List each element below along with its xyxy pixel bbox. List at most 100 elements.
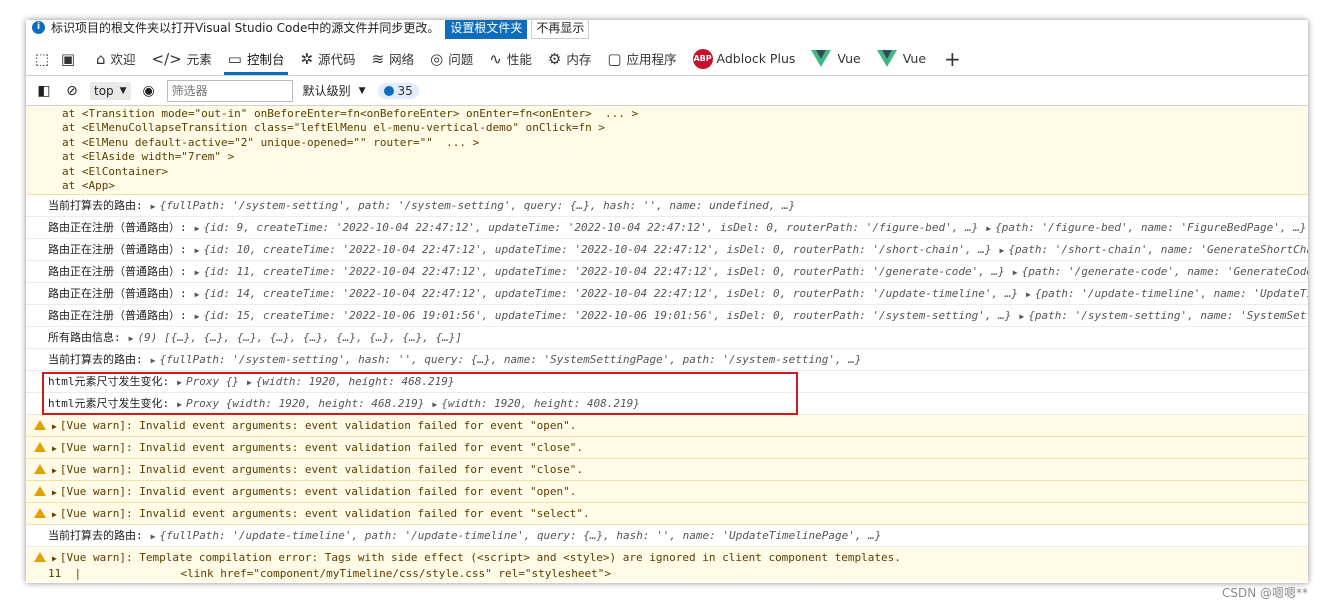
log-level-dropdown[interactable]: 默认级别 ▼	[303, 82, 366, 99]
expand-triangle-icon[interactable]: ▶	[129, 334, 134, 343]
log-object[interactable]: (9) [{…}, {…}, {…}, {…}, {…}, {…}, {…}, …	[137, 331, 462, 344]
expand-triangle-icon[interactable]: ▶	[52, 466, 57, 475]
warning-row: ▶ [Vue warn]: Invalid event arguments: ev…	[26, 503, 1308, 526]
expand-triangle-icon[interactable]: ▶	[195, 224, 200, 233]
log-level-value: 默认级别	[302, 84, 351, 98]
tab-vue-1[interactable]: Vue	[803, 42, 868, 75]
stack-line: at <App>	[62, 178, 115, 192]
log-object[interactable]: {fullPath: '/update-timeline', path: '/u…	[159, 529, 881, 542]
tab-sources[interactable]: ✲ 源代码	[292, 42, 363, 75]
tab-elements[interactable]: </> 元素	[144, 42, 220, 75]
warning-text: [Vue warn]: Invalid event arguments: eve…	[59, 485, 577, 499]
log-label: 路由正在注册（普通路由）:	[48, 287, 187, 301]
warning-icon	[34, 486, 46, 497]
expand-triangle-icon[interactable]: ▶	[177, 378, 182, 387]
device-toggle-icon[interactable]: ▣	[58, 49, 78, 69]
expand-triangle-icon[interactable]: ▶	[247, 378, 252, 387]
expand-triangle-icon[interactable]: ▶	[1026, 290, 1031, 299]
expand-triangle-icon[interactable]: ▶	[177, 400, 182, 409]
sidebar-toggle-icon[interactable]: ◧	[34, 83, 54, 99]
log-object[interactable]: {width: 1920, height: 408.219}	[441, 397, 640, 410]
expand-triangle-icon[interactable]: ▶	[52, 422, 57, 431]
log-label: 路由正在注册（普通路由）:	[48, 309, 187, 323]
filter-input[interactable]	[166, 79, 293, 102]
tab-console[interactable]: ▭ 控制台	[220, 42, 293, 75]
tab-welcome[interactable]: ⌂ 欢迎	[88, 42, 144, 75]
log-object[interactable]: {id: 10, createTime: '2022-10-04 22:47:1…	[203, 243, 991, 256]
clear-console-icon[interactable]: ⊘	[62, 83, 82, 99]
performance-icon: ∿	[489, 49, 502, 68]
log-object[interactable]: {id: 14, createTime: '2022-10-04 22:47:1…	[203, 287, 1018, 300]
set-root-folder-button[interactable]: 设置根文件夹	[445, 20, 528, 39]
tab-issues[interactable]: ◎ 问题	[422, 42, 481, 75]
stack-line: at <ElContainer>	[62, 164, 168, 178]
expand-triangle-icon[interactable]: ▶	[52, 510, 57, 519]
log-row: html元素尺寸发生变化: ▶ Proxy {} ▶ {width: 1920, hei…	[26, 371, 1308, 394]
expand-triangle-icon[interactable]: ▶	[52, 554, 57, 563]
log-label: 当前打算去的路由:	[48, 199, 143, 213]
expand-triangle-icon[interactable]: ▶	[1013, 268, 1018, 277]
vue-icon	[811, 50, 832, 67]
expand-triangle-icon[interactable]: ▶	[151, 532, 156, 541]
expand-triangle-icon[interactable]: ▶	[195, 246, 200, 255]
expand-triangle-icon[interactable]: ▶	[195, 290, 200, 299]
tab-label: 源代码	[318, 52, 356, 67]
log-row: html元素尺寸发生变化: ▶ Proxy {width: 1920, height…	[26, 393, 1308, 416]
expand-triangle-icon[interactable]: ▶	[151, 356, 156, 365]
live-expression-eye-icon[interactable]: ◉	[139, 83, 159, 99]
expand-triangle-icon[interactable]: ▶	[432, 400, 437, 409]
console-filter-bar: ◧ ⊘ top ▼ ◉ 默认级别 ▼ 35	[26, 76, 1308, 106]
inspect-icon[interactable]: ⬚	[32, 49, 52, 69]
tab-performance[interactable]: ∿ 性能	[481, 42, 540, 75]
message-count-badge[interactable]: 35	[377, 82, 419, 99]
log-object[interactable]: {path: '/update-timeline', name: 'Update…	[1035, 287, 1308, 300]
abp-icon: ABP	[692, 48, 713, 69]
expand-triangle-icon[interactable]: ▶	[1019, 312, 1024, 321]
tab-adblock-plus[interactable]: ABP Adblock Plus	[685, 42, 804, 75]
chevron-down-icon: ▼	[119, 85, 127, 96]
log-object[interactable]: {fullPath: '/system-setting', hash: '', …	[159, 353, 861, 366]
log-row: 路由正在注册（普通路由）: ▶ {id: 10, createTime: '2022…	[26, 239, 1308, 262]
log-object[interactable]: {id: 15, createTime: '2022-10-06 19:01:5…	[203, 309, 1011, 322]
expand-triangle-icon[interactable]: ▶	[52, 488, 57, 497]
warning-icon	[34, 552, 46, 563]
expand-triangle-icon[interactable]: ▶	[195, 312, 200, 321]
log-object[interactable]: {path: '/figure-bed', name: 'FigureBedPa…	[995, 221, 1306, 234]
log-object[interactable]: Proxy {width: 1920, height: 468.219}	[186, 397, 424, 410]
message-count: 35	[397, 83, 413, 98]
log-row: 当前打算去的路由: ▶ {fullPath: '/system-setting', …	[26, 195, 1308, 218]
watermark: CSDN @嗯嗯**	[1221, 586, 1308, 600]
warning-text: [Vue warn]: Template compilation error: …	[59, 551, 901, 565]
log-object[interactable]: Proxy {}	[186, 375, 239, 388]
tab-application[interactable]: ▢ 应用程序	[599, 42, 684, 75]
log-object[interactable]: {id: 11, createTime: '2022-10-04 22:47:1…	[203, 265, 1004, 278]
tab-label: 欢迎	[110, 52, 136, 67]
tab-network[interactable]: ≋ 网络	[364, 42, 423, 75]
log-object[interactable]: {path: '/short-chain', name: 'GenerateSh…	[1008, 243, 1308, 256]
log-object[interactable]: {fullPath: '/system-setting', path: '/sy…	[159, 199, 795, 212]
tab-label: 控制台	[246, 52, 285, 67]
expand-triangle-icon[interactable]: ▶	[52, 444, 57, 453]
log-object[interactable]: {path: '/generate-code', name: 'Generate…	[1022, 265, 1308, 278]
tab-vue-2[interactable]: Vue	[869, 42, 934, 75]
tab-memory[interactable]: ⚙ 内存	[540, 42, 599, 75]
log-object[interactable]: {id: 9, createTime: '2022-10-04 22:47:12…	[203, 221, 978, 234]
log-row: 路由正在注册（普通路由）: ▶ {id: 11, createTime: '2022…	[26, 261, 1308, 284]
chevron-down-icon: ▼	[358, 85, 366, 96]
line-number: 11	[48, 567, 62, 581]
log-object[interactable]: {path: '/system-setting', name: 'SystemS…	[1028, 309, 1308, 322]
log-object[interactable]: {width: 1920, height: 468.219}	[256, 375, 455, 388]
expand-triangle-icon[interactable]: ▶	[1000, 246, 1005, 255]
dont-show-again-button[interactable]: 不再显示	[531, 20, 590, 39]
warning-icon	[34, 442, 46, 453]
info-icon: i	[32, 20, 45, 34]
expand-triangle-icon[interactable]: ▶	[151, 202, 156, 211]
add-tab-icon[interactable]: +	[944, 47, 961, 71]
expand-triangle-icon[interactable]: ▶	[195, 268, 200, 277]
console-output: at <Transition mode="out-in" onBeforeEnt…	[26, 106, 1308, 583]
context-selector[interactable]: top ▼	[90, 81, 131, 100]
code-gutter: |	[61, 567, 181, 581]
log-label: 所有路由信息:	[48, 331, 121, 345]
expand-triangle-icon[interactable]: ▶	[986, 224, 991, 233]
tab-label: Adblock Plus	[716, 51, 796, 66]
